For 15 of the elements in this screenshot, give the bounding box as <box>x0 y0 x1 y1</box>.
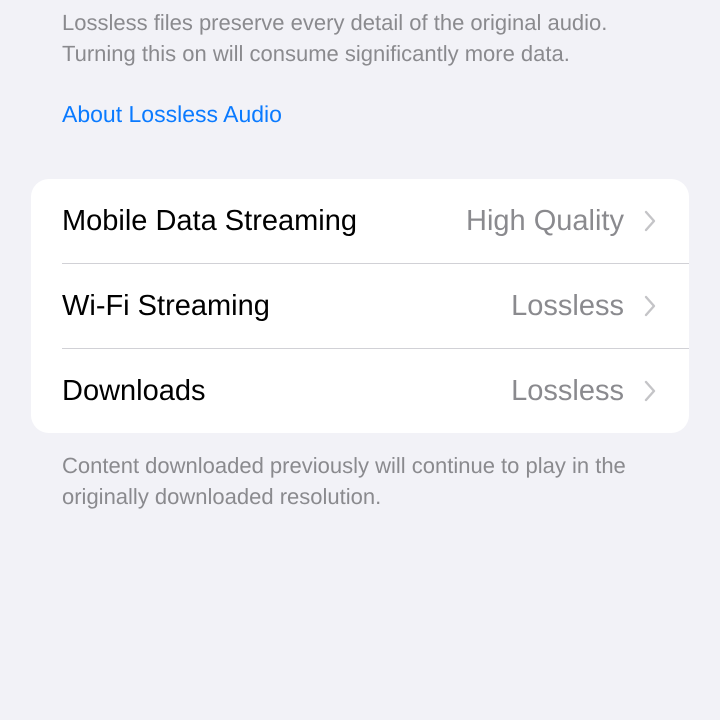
row-label: Mobile Data Streaming <box>62 204 358 238</box>
settings-row[interactable]: Wi-Fi Streaming Lossless <box>62 264 689 349</box>
settings-row[interactable]: Mobile Data Streaming High Quality <box>62 179 689 264</box>
lossless-description: Lossless files preserve every detail of the original audio. Turning this on will consume significantly more data. <box>62 9 608 68</box>
chevron-icon <box>644 210 656 232</box>
row-value: Lossless <box>511 290 624 322</box>
chevron-icon <box>644 295 656 317</box>
row-value: Lossless <box>511 374 624 408</box>
settings-row[interactable]: Downloads Lossless <box>62 349 689 433</box>
downloads-footnote: Content downloaded previously will continue to play in the originally downloaded resolution. <box>62 452 627 511</box>
row-value: High Quality <box>466 204 624 238</box>
row-label: Wi-Fi Streaming <box>62 290 271 322</box>
about-lossless-link[interactable]: About Lossless Audio <box>62 99 282 130</box>
chevron-icon <box>644 380 656 402</box>
row-label: Downloads <box>62 374 206 408</box>
